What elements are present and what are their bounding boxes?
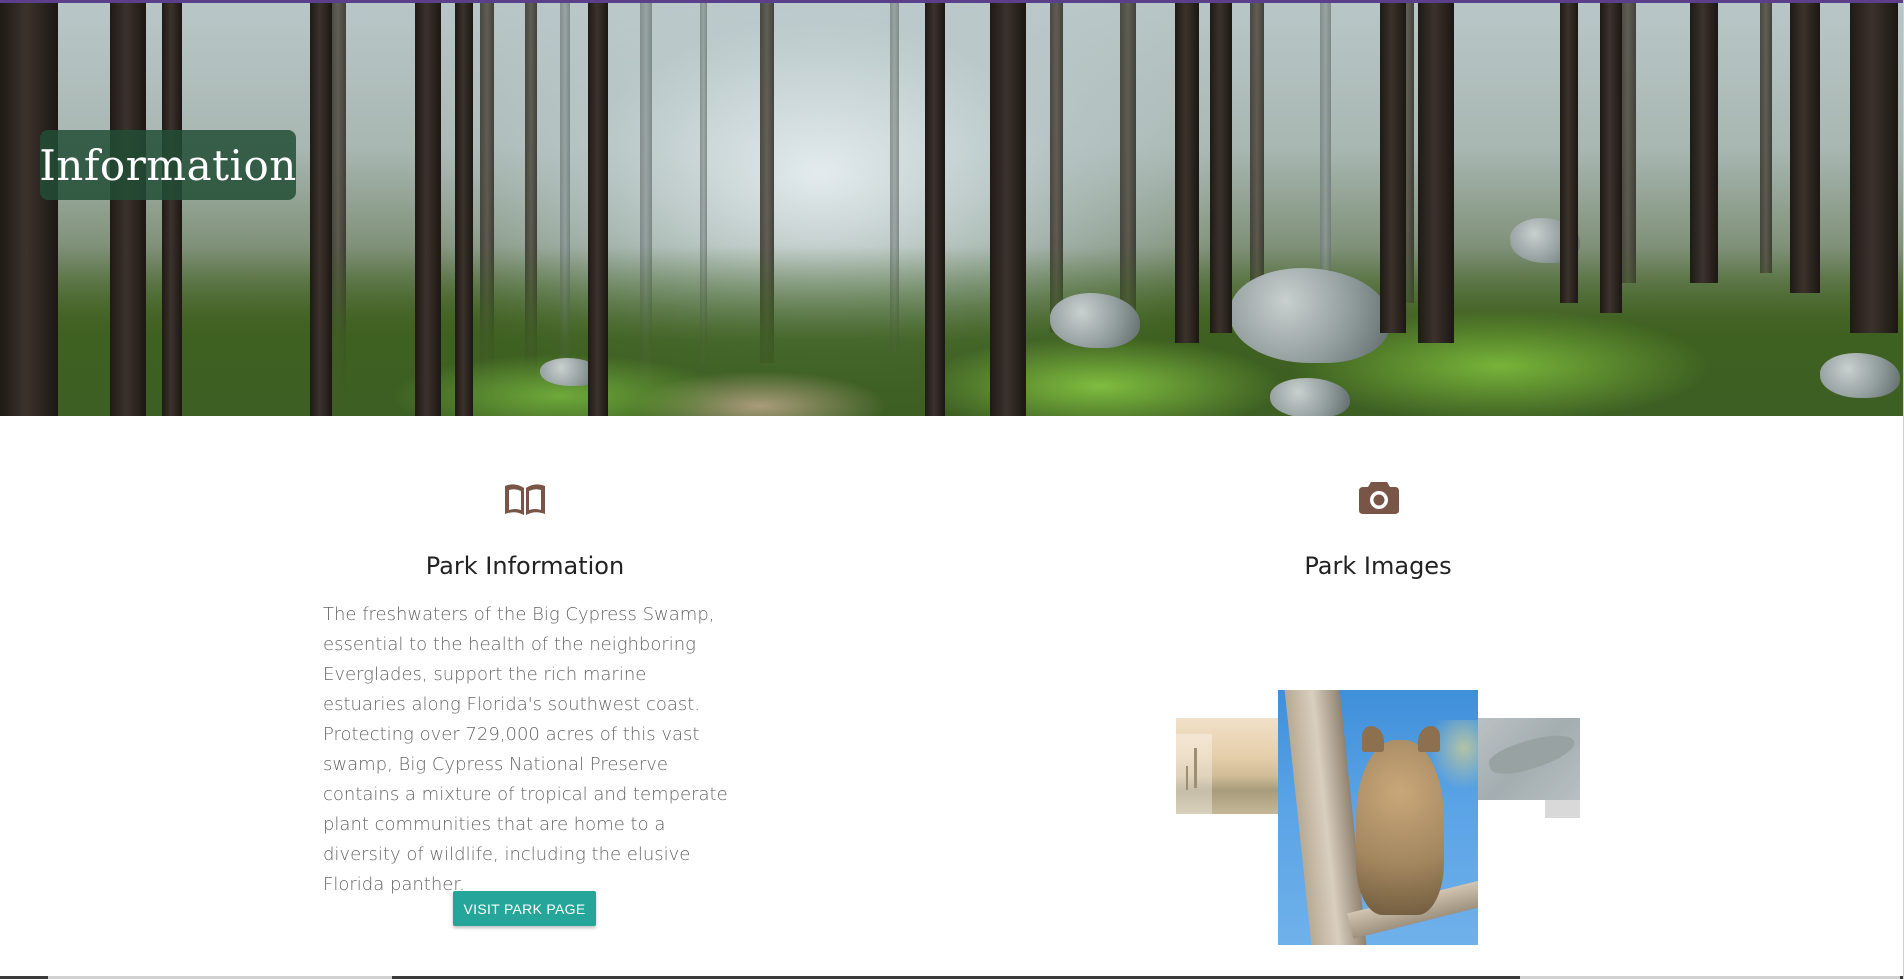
tree-trunk [1760,3,1772,273]
tree-trunk [110,3,146,416]
camera-icon [1357,480,1401,516]
tree-trunk [1850,3,1898,333]
tree-trunk [1620,3,1636,283]
palm-tree [1194,748,1197,788]
tree-trunk [0,3,58,416]
image-overlay [1545,800,1580,818]
tree-trunk [990,3,1026,416]
carousel-image-panther[interactable] [1278,690,1478,945]
visit-park-page-button[interactable]: VISIT PARK PAGE [453,891,596,926]
page-title: Information [39,130,296,200]
tree-trunk [1790,3,1820,293]
hero-banner: Information [0,3,1904,416]
tree-trunk [1210,3,1232,333]
book-icon [503,482,547,518]
alligator-shape [1485,727,1579,781]
tree-trunk [1380,3,1406,333]
tree-trunk [455,3,473,416]
tree-trunk [1418,3,1454,343]
park-description: The freshwaters of the Big Cypress Swamp… [323,604,728,895]
panther-shape [1356,740,1444,915]
panther-ear [1362,726,1384,752]
tree-trunk [162,3,182,416]
carousel-image-alligator[interactable] [1478,718,1580,800]
carousel-image-swamp[interactable] [1176,718,1278,814]
tree-trunk [925,3,945,416]
panther-ear [1418,726,1440,752]
tree-trunk [1600,3,1622,313]
tree-trunk [1690,3,1718,283]
tree-trunk [588,3,608,416]
park-information-title: Park Information [425,552,625,580]
tree-trunk [415,3,441,416]
tree-trunk [1560,3,1578,303]
palm-tree [1186,766,1188,790]
tree-trunk [1175,3,1199,343]
tree-trunk [310,3,332,416]
tree-branch [1284,690,1367,945]
park-images-title: Park Images [1304,552,1452,580]
